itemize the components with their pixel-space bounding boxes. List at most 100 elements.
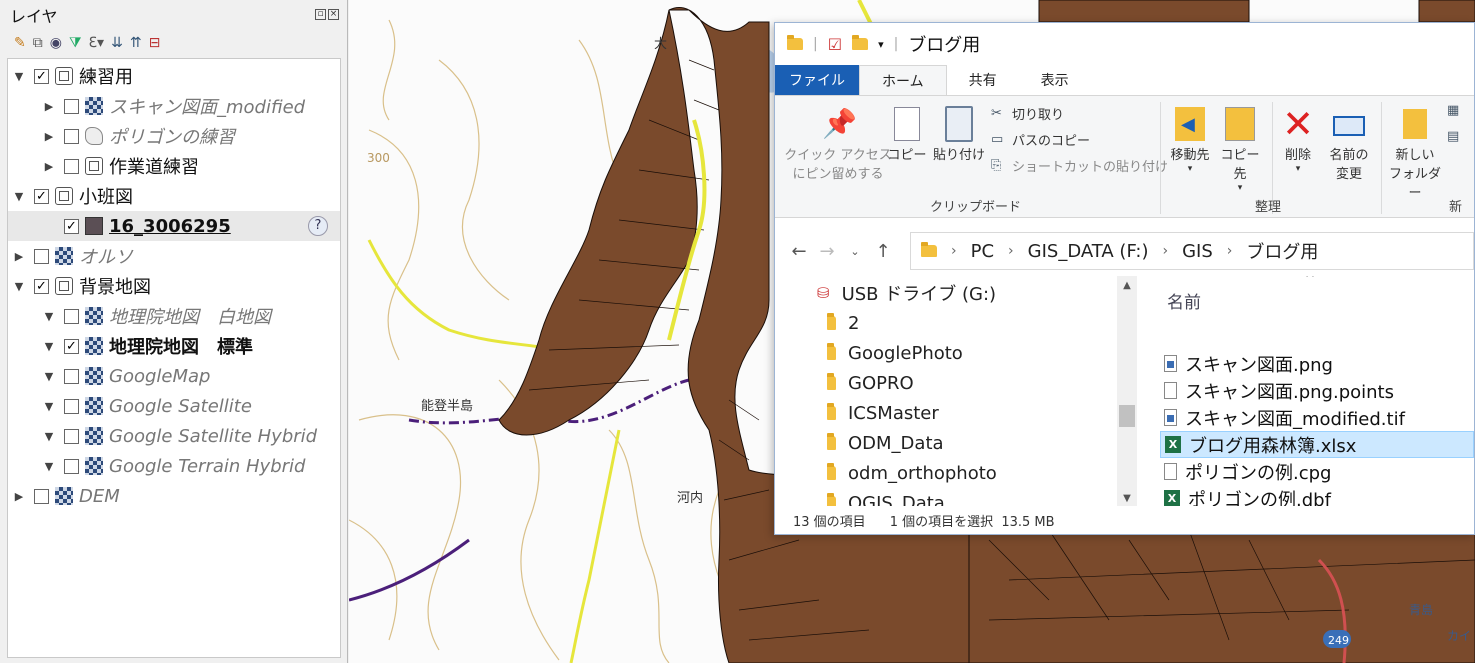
breadcrumb-chevron-icon[interactable]: › — [951, 243, 957, 259]
layer-help-icon[interactable]: ? — [308, 216, 328, 236]
move-to-button[interactable]: ◀ 移動先 ▾ — [1167, 104, 1213, 174]
collapse-arrow-icon[interactable]: ▼ — [42, 310, 56, 323]
expand-arrow-icon[interactable]: ▶ — [12, 490, 26, 503]
layer-tree[interactable]: ▼ ✓ 練習用 ▶ スキャン図面_modified ▶ ポリゴンの練習 ▶ 作業道練習 ▼ ✓ 小班図… — [7, 58, 341, 658]
breadcrumb-pc[interactable]: PC — [971, 241, 994, 262]
nav-scrollbar[interactable]: ▲ ▼ — [1117, 276, 1137, 508]
file-row[interactable]: スキャン図面_modified.tif — [1160, 404, 1474, 431]
layer-visibility-checkbox[interactable]: ✓ — [64, 338, 79, 354]
qat-dropdown-icon[interactable]: ▾ — [878, 38, 884, 51]
layer-visibility-checkbox[interactable] — [64, 368, 79, 384]
collapse-arrow-icon[interactable]: ▼ — [12, 70, 26, 83]
nav-item-folder[interactable]: QGIS_Data — [827, 488, 945, 508]
rename-button[interactable]: 名前の 変更 — [1327, 104, 1371, 184]
nav-item-folder[interactable]: 2 — [827, 308, 859, 338]
breadcrumb-drive[interactable]: GIS_DATA (F:) — [1028, 241, 1149, 262]
delete-button[interactable]: ✕ 削除 ▾ — [1278, 104, 1318, 174]
layer-visibility-checkbox[interactable] — [64, 398, 79, 414]
layer-row[interactable]: ▼ Google Satellite — [8, 391, 340, 421]
nav-item-folder[interactable]: GooglePhoto — [827, 338, 963, 368]
copy-to-button[interactable]: コピー先 ▾ — [1217, 104, 1263, 193]
pin-quick-access-button[interactable]: 📌 クイック アクセス にピン留めする — [783, 104, 893, 184]
layer-visibility-checkbox[interactable] — [64, 428, 79, 444]
breadcrumb-chevron-icon[interactable]: › — [1163, 243, 1169, 259]
layer-visibility-checkbox[interactable]: ✓ — [64, 218, 79, 234]
breadcrumb-chevron-icon[interactable]: › — [1227, 243, 1233, 259]
file-row[interactable]: スキャン図面.png — [1160, 350, 1474, 377]
nav-item-folder[interactable]: ODM_Data — [827, 428, 944, 458]
layer-row[interactable]: ▶ スキャン図面_modified — [8, 91, 340, 121]
file-row[interactable]: X ブログ用森林簿.xlsx — [1160, 431, 1474, 458]
paste-shortcut-button[interactable]: ⎘ ショートカットの貼り付け — [991, 156, 1168, 175]
properties-check-icon[interactable]: ☑ — [828, 35, 842, 54]
layer-row[interactable]: ▼ 地理院地図 白地図 — [8, 301, 340, 331]
layer-visibility-checkbox[interactable]: ✓ — [34, 278, 49, 294]
collapse-arrow-icon[interactable]: ▼ — [12, 190, 26, 203]
layer-visibility-checkbox[interactable]: ✓ — [34, 188, 49, 204]
file-row[interactable]: X ポリゴンの例.dbf — [1160, 485, 1474, 508]
layer-row[interactable]: ✓ 16_3006295? — [8, 211, 340, 241]
layer-row[interactable]: ▶ ポリゴンの練習 — [8, 121, 340, 151]
collapse-arrow-icon[interactable]: ▼ — [42, 460, 56, 473]
scroll-up-icon[interactable]: ▲ — [1117, 280, 1137, 291]
layer-row[interactable]: ▼ GoogleMap — [8, 361, 340, 391]
layer-row[interactable]: ▼ ✓ 練習用 — [8, 61, 340, 91]
expand-all-icon[interactable]: ⇊ — [111, 35, 123, 51]
add-group-icon[interactable]: ⧉ — [33, 35, 43, 51]
nav-item-folder[interactable]: GOPRO — [827, 368, 914, 398]
expand-arrow-icon[interactable]: ▶ — [42, 160, 56, 173]
layer-row[interactable]: ▶ 作業道練習 — [8, 151, 340, 181]
copy-path-button[interactable]: ▭ パスのコピー — [991, 130, 1090, 149]
close-panel-icon[interactable]: × — [328, 9, 339, 20]
nav-item-folder[interactable]: odm_orthophoto — [827, 458, 997, 488]
recent-dropdown-icon[interactable]: ⌄ — [841, 245, 869, 258]
new-folder-button[interactable]: 新しい フォルダー — [1385, 104, 1445, 203]
collapse-arrow-icon[interactable]: ▼ — [42, 400, 56, 413]
breadcrumb-chevron-icon[interactable]: › — [1008, 243, 1014, 259]
layer-row[interactable]: ▼ ✓ 背景地図 — [8, 271, 340, 301]
tab-home[interactable]: ホーム — [859, 65, 947, 95]
file-row[interactable]: スキャン図面.png.points — [1160, 377, 1474, 404]
collapse-arrow-icon[interactable]: ▼ — [12, 280, 26, 293]
back-arrow-icon[interactable]: ← — [785, 241, 813, 262]
layer-visibility-checkbox[interactable] — [64, 308, 79, 324]
expand-arrow-icon[interactable]: ▶ — [42, 130, 56, 143]
remove-layer-icon[interactable]: ⊟ — [149, 35, 161, 51]
scroll-thumb[interactable] — [1119, 405, 1135, 427]
address-bar[interactable]: › PC › GIS_DATA (F:) › GIS › ブログ用 — [910, 232, 1474, 270]
layer-row[interactable]: ▼ ✓ 地理院地図 標準 — [8, 331, 340, 361]
layer-row[interactable]: ▶ DEM — [8, 481, 340, 511]
new-item-partial-button[interactable]: ▦ — [1447, 104, 1463, 118]
easy-access-partial-button[interactable]: ▤ — [1447, 130, 1463, 144]
scroll-down-icon[interactable]: ▼ — [1117, 493, 1137, 504]
collapse-all-icon[interactable]: ⇈ — [130, 35, 142, 51]
layer-visibility-checkbox[interactable] — [64, 128, 79, 144]
filter-expression-icon[interactable]: ℇ▾ — [88, 35, 104, 51]
copy-button[interactable]: コピー — [887, 104, 927, 165]
layer-visibility-checkbox[interactable] — [34, 248, 49, 264]
open-layer-styling-icon[interactable]: ✎ — [14, 35, 26, 51]
expand-arrow-icon[interactable]: ▶ — [12, 250, 26, 263]
tab-file[interactable]: ファイル — [775, 65, 859, 95]
file-row[interactable]: ポリゴンの例.cpg — [1160, 458, 1474, 485]
manage-visibility-icon[interactable]: ◉ — [50, 35, 62, 51]
layer-row[interactable]: ▶ オルソ — [8, 241, 340, 271]
breadcrumb-gis[interactable]: GIS — [1182, 241, 1213, 262]
paste-button[interactable]: 貼り付け — [931, 104, 987, 165]
layer-visibility-checkbox[interactable] — [34, 488, 49, 504]
layer-visibility-checkbox[interactable]: ✓ — [34, 68, 49, 84]
filter-legend-icon[interactable]: ⧩ — [69, 35, 82, 51]
nav-item-usb-drive[interactable]: ⛁ USB ドライブ (G:) — [817, 278, 996, 308]
layer-row[interactable]: ▼ ✓ 小班図 — [8, 181, 340, 211]
tab-view[interactable]: 表示 — [1019, 65, 1091, 95]
expand-arrow-icon[interactable]: ▶ — [42, 100, 56, 113]
new-folder-qat-icon[interactable] — [852, 35, 869, 50]
collapse-arrow-icon[interactable]: ▼ — [42, 370, 56, 383]
collapse-arrow-icon[interactable]: ▼ — [42, 430, 56, 443]
sort-caret-icon[interactable]: ^ — [1305, 276, 1315, 285]
layer-visibility-checkbox[interactable] — [64, 158, 79, 174]
layer-row[interactable]: ▼ Google Terrain Hybrid — [8, 451, 340, 481]
cut-button[interactable]: ✂ 切り取り — [991, 104, 1064, 123]
column-header-name[interactable]: 名前 — [1167, 288, 1201, 313]
forward-arrow-icon[interactable]: → — [813, 241, 841, 262]
